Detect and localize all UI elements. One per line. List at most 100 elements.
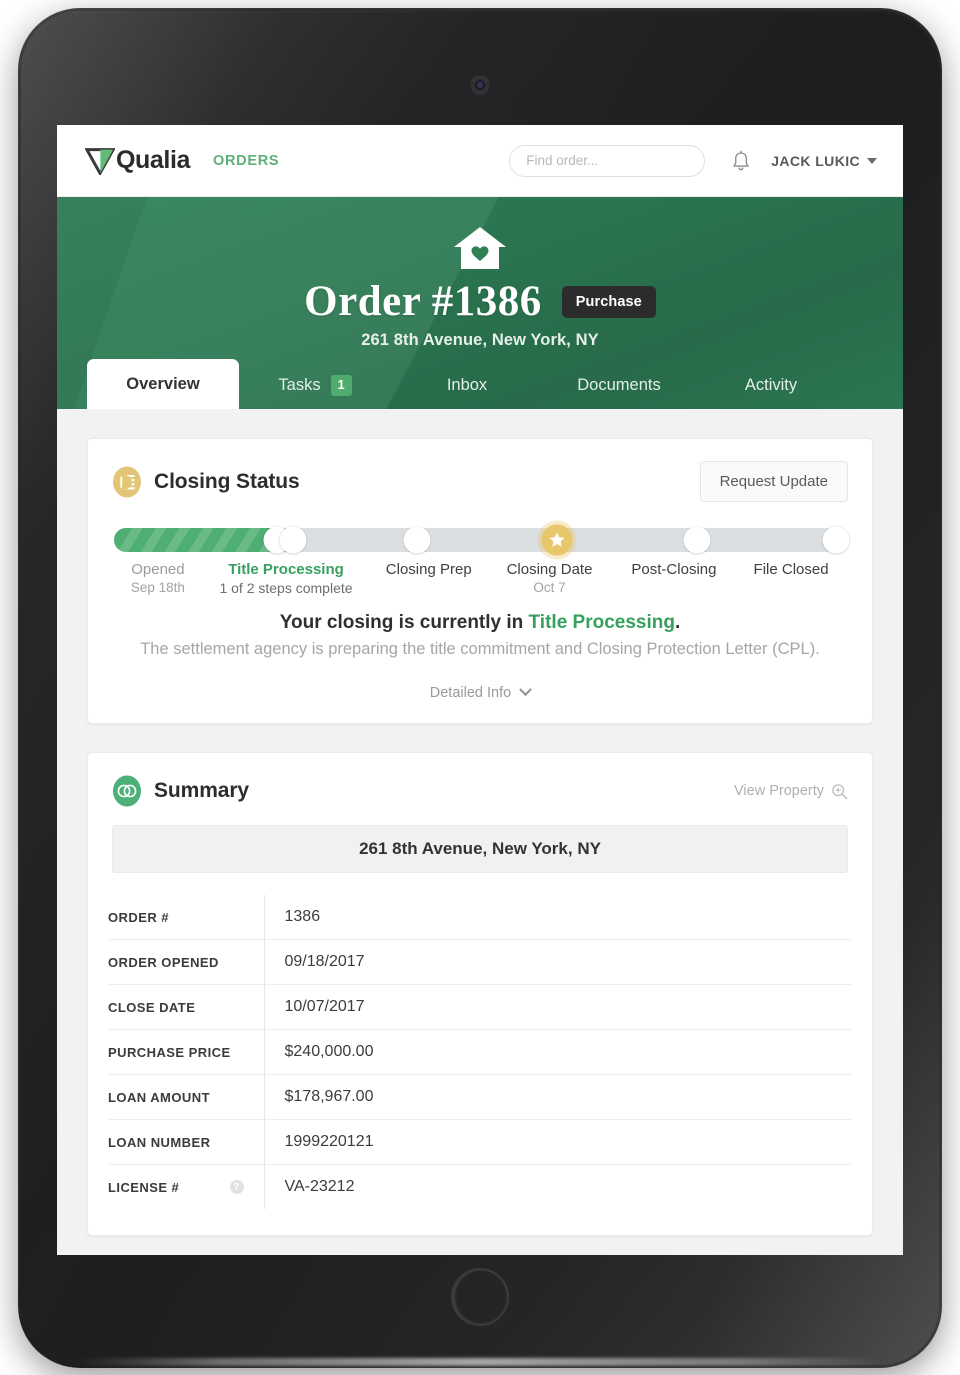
- order-hero-header: Order #1386 Purchase 261 8th Avenue, New…: [57, 197, 903, 409]
- progress-step-file-closed[interactable]: File Closed: [736, 561, 846, 596]
- frame-gloss: [78, 1358, 882, 1366]
- detailed-info-toggle[interactable]: Detailed Info: [88, 683, 872, 701]
- progress-track[interactable]: [114, 524, 850, 556]
- summary-row-label: LOAN AMOUNT: [108, 1090, 252, 1105]
- summary-header: Summary View Property: [88, 753, 872, 807]
- progress-step-opened[interactable]: Opened Sep 18th: [114, 561, 202, 596]
- status-description: The settlement agency is preparing the t…: [140, 640, 820, 658]
- star-icon: [549, 532, 565, 547]
- step-sublabel: Sep 18th: [130, 580, 185, 595]
- summary-label-text: ORDER OPENED: [108, 954, 219, 970]
- closing-status-card: Closing Status Request Update Opened Sep …: [87, 438, 873, 724]
- summary-label-text: LOAN NUMBER: [108, 1134, 211, 1150]
- progress-step-closing-prep[interactable]: Closing Prep: [370, 561, 487, 596]
- tab-overview[interactable]: Overview: [87, 359, 239, 409]
- progress-step-closing-date[interactable]: Closing Date Oct 7: [487, 561, 611, 596]
- progress-step-labels: Opened Sep 18th Title Processing 1 of 2 ste…: [114, 561, 846, 596]
- view-property-link[interactable]: View Property: [734, 783, 848, 800]
- home-button[interactable]: [451, 1268, 509, 1326]
- top-navigation-bar: Qualia ORDERS JACK: [57, 125, 903, 197]
- tab-label: Activity: [744, 375, 798, 394]
- user-name-label: JACK LUKIC: [771, 152, 860, 169]
- table-row: ORDER OPENED 09/18/2017: [108, 939, 852, 985]
- detailed-info-label: Detailed Info: [429, 685, 512, 701]
- summary-row-value: $178,967.00: [284, 1088, 374, 1105]
- help-icon[interactable]: ?: [229, 1180, 244, 1194]
- summary-row-label: LICENSE #?: [108, 1180, 252, 1195]
- bell-icon[interactable]: [731, 150, 751, 172]
- summary-row-label: ORDER OPENED: [108, 955, 252, 970]
- step-name: File Closed: [753, 561, 829, 578]
- brand-name: Qualia: [116, 146, 191, 174]
- summary-label-text: ORDER #: [108, 909, 169, 925]
- summary-row-value: VA-23212: [284, 1178, 355, 1195]
- step-name: Opened: [131, 561, 185, 578]
- qualia-v-logo-icon: [85, 147, 115, 175]
- nav-right-group: JACK LUKIC: [509, 144, 877, 177]
- progress-step-title-processing[interactable]: Title Processing 1 of 2 steps complete: [202, 561, 370, 596]
- summary-row-label: CLOSE DATE: [108, 1000, 252, 1015]
- magnify-plus-icon: [832, 783, 848, 799]
- progress-node-post-closing[interactable]: [683, 526, 711, 554]
- summary-row-label-cell: LOAN AMOUNT: [108, 1074, 265, 1120]
- progress-node-closing-prep[interactable]: [403, 526, 431, 554]
- summary-row-label: LOAN NUMBER: [108, 1135, 252, 1150]
- tab-label: Tasks: [278, 375, 321, 394]
- table-row: LICENSE #? VA-23212: [108, 1164, 852, 1209]
- step-sublabel: 1 of 2 steps complete: [219, 580, 353, 596]
- order-tabs: Overview Tasks 1 Inbox Documents Activity: [57, 357, 903, 409]
- tab-badge-count: 1: [330, 374, 352, 396]
- page-title: Order #1386: [304, 278, 542, 325]
- summary-row-value: 1999220121: [284, 1133, 374, 1150]
- summary-table: ORDER # 1386 ORDER OPENED 09/18/2017 CLOSE D…: [108, 895, 852, 1209]
- table-row: ORDER # 1386: [108, 895, 852, 940]
- progress-node-current[interactable]: [279, 526, 307, 554]
- table-row: LOAN AMOUNT $178,967.00: [108, 1074, 852, 1120]
- status-sentence: Your closing is currently in Title Proce…: [88, 612, 872, 634]
- user-menu[interactable]: JACK LUKIC: [771, 153, 877, 169]
- tab-inbox[interactable]: Inbox: [391, 361, 543, 409]
- progress-node-closing-date[interactable]: [541, 524, 573, 556]
- search-input[interactable]: [526, 153, 704, 168]
- chevron-down-icon: [519, 683, 533, 697]
- table-row: LOAN NUMBER 1999220121: [108, 1119, 852, 1165]
- property-address: 261 8th Avenue, New York, NY: [361, 331, 599, 349]
- chevron-down-icon: [867, 157, 877, 164]
- progress-step-post-closing[interactable]: Post-Closing: [612, 561, 736, 596]
- closing-progress: Opened Sep 18th Title Processing 1 of 2 ste…: [88, 502, 872, 596]
- tab-tasks[interactable]: Tasks 1: [239, 361, 391, 409]
- order-type-badge: Purchase: [561, 285, 656, 318]
- closing-status-header: Closing Status Request Update: [88, 439, 872, 502]
- brand-logo[interactable]: Qualia: [85, 146, 190, 175]
- status-sentence-prefix: Your closing is currently in: [279, 612, 529, 633]
- venn-circles-icon: [113, 775, 141, 807]
- summary-row-value: 1386: [284, 908, 321, 925]
- search-box[interactable]: [509, 144, 706, 177]
- status-sentence-suffix: .: [674, 612, 681, 633]
- step-name: Closing Prep: [385, 561, 472, 578]
- tab-label: Inbox: [446, 375, 488, 394]
- progress-node-file-closed[interactable]: [822, 526, 850, 554]
- tab-documents[interactable]: Documents: [543, 361, 695, 409]
- summary-label-text: LICENSE #: [108, 1179, 180, 1195]
- closing-status-title: Closing Status: [154, 469, 300, 493]
- summary-label-text: LOAN AMOUNT: [108, 1089, 210, 1105]
- document-lines-icon: [113, 466, 141, 497]
- summary-row-label: ORDER #: [108, 910, 252, 925]
- summary-row-label-cell: CLOSE DATE: [108, 984, 265, 1030]
- front-camera: [471, 76, 489, 94]
- table-row: CLOSE DATE 10/07/2017: [108, 984, 852, 1030]
- summary-row-value: $240,000.00: [284, 1043, 374, 1060]
- step-name: Post-Closing: [631, 561, 717, 578]
- house-heart-icon: [454, 227, 506, 269]
- nav-link-orders[interactable]: ORDERS: [213, 153, 279, 169]
- summary-row-label-cell: PURCHASE PRICE: [108, 1029, 265, 1075]
- main-content: Closing Status Request Update Opened Sep …: [57, 409, 903, 1255]
- request-update-button[interactable]: Request Update: [699, 461, 848, 502]
- summary-address-bar: 261 8th Avenue, New York, NY: [112, 825, 848, 873]
- step-sublabel: Oct 7: [533, 580, 566, 595]
- summary-row-label-cell: ORDER #: [108, 895, 265, 940]
- summary-row-label-cell: ORDER OPENED: [108, 939, 265, 985]
- tab-label: Documents: [577, 375, 661, 394]
- tab-activity[interactable]: Activity: [695, 361, 847, 409]
